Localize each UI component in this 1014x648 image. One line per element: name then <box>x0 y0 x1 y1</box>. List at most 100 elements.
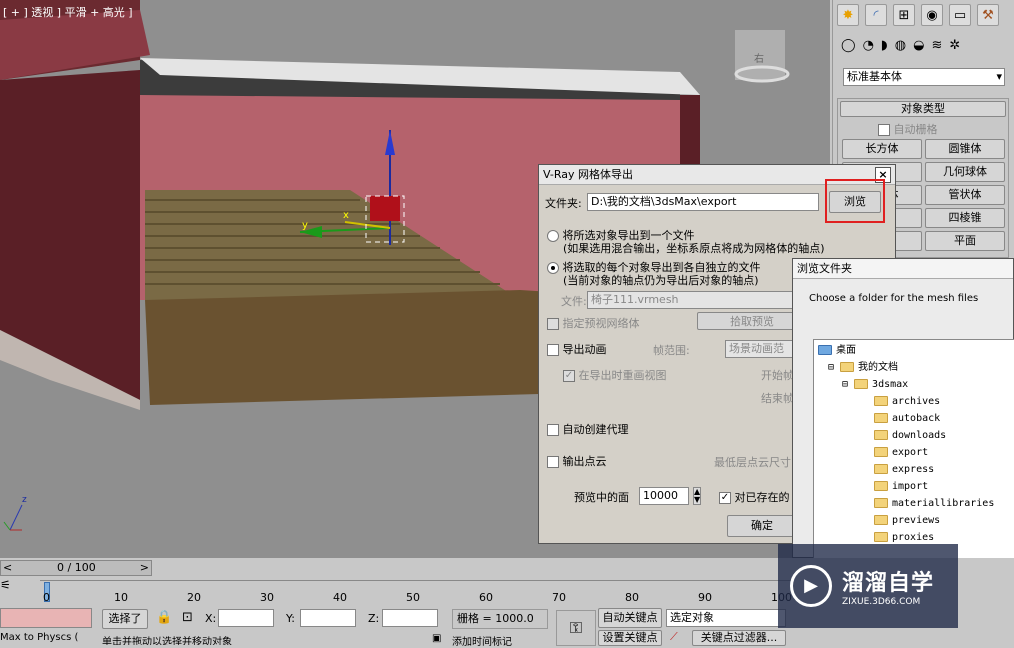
folder-icon <box>874 430 888 440</box>
modify-icon[interactable]: ◜ <box>865 4 887 26</box>
tree-item-my-documents[interactable]: ⊟ 我的文档 <box>818 359 1010 376</box>
chevron-right-icon[interactable]: > <box>140 561 149 574</box>
spacewarps-icon[interactable]: ≋ <box>931 38 942 53</box>
time-tag-icon[interactable]: ▣ <box>432 633 441 644</box>
add-time-tag[interactable]: 添加时间标记 <box>452 633 512 648</box>
folder-icon <box>874 396 888 406</box>
utilities-icon[interactable]: ⚒ <box>977 4 999 26</box>
browse-title: 浏览文件夹 <box>793 259 1013 279</box>
auto-proxy-option[interactable]: 自动创建代理 <box>547 421 629 437</box>
cameras-icon[interactable]: ◍ <box>895 38 906 53</box>
panel-tabs: ✸ ◜ ⊞ ◉ ▭ ⚒ <box>837 4 999 26</box>
lock-icon[interactable]: 🔒 <box>156 610 172 625</box>
pyramid-button[interactable]: 四棱锥 <box>925 208 1005 228</box>
lights-icon[interactable]: ◗ <box>881 38 888 53</box>
min-pointcloud-label: 最低层点云尺寸 <box>714 456 791 469</box>
hierarchy-icon[interactable]: ⊞ <box>893 4 915 26</box>
display-icon[interactable]: ▭ <box>949 4 971 26</box>
folder-path-field[interactable]: D:\我的文档\3dsMax\export <box>587 193 819 211</box>
x-coord-field[interactable] <box>218 609 274 627</box>
export-single-radio[interactable] <box>547 230 559 242</box>
export-animation-option[interactable]: 导出动画 <box>547 341 607 357</box>
y-coord-field[interactable] <box>300 609 356 627</box>
cone-button[interactable]: 圆锥体 <box>925 139 1005 159</box>
geosphere-button[interactable]: 几何球体 <box>925 162 1005 182</box>
pick-preview-button: 拾取预览 <box>697 312 807 330</box>
overwrite-option[interactable]: ✓ 对已存在的 <box>719 489 790 505</box>
x-label: X: <box>205 612 217 625</box>
preview-mesh-option: 指定预视网络体 <box>547 315 640 331</box>
selected-objects-dropdown[interactable]: 选定对象 <box>666 609 786 627</box>
key-filters-button[interactable]: 关键点过滤器... <box>692 630 786 646</box>
watermark-logo-icon: ▶ <box>790 565 832 607</box>
helpers-icon[interactable]: ◒ <box>913 38 924 53</box>
tree-item-materiallibraries[interactable]: materiallibraries <box>818 495 1010 512</box>
faces-spinner[interactable]: ▲ ▼ <box>693 487 702 505</box>
tree-item-desktop[interactable]: 桌面 <box>818 342 1010 359</box>
auto-grid-option[interactable]: 自动栅格 <box>838 119 1008 137</box>
folder-label: 文件夹: <box>545 197 582 210</box>
auto-key-button[interactable]: 自动关键点 <box>598 608 662 628</box>
tree-item-3dsmax[interactable]: ⊟ 3dsmax <box>818 376 1010 393</box>
preview-faces-label: 预览中的面 <box>574 491 629 504</box>
tree-item-downloads[interactable]: downloads <box>818 427 1010 444</box>
export-pointcloud-checkbox[interactable] <box>547 456 559 468</box>
browse-prompt: Choose a folder for the mesh files <box>809 293 979 304</box>
tree-item-express[interactable]: express <box>818 461 1010 478</box>
time-slider[interactable]: < 0 / 100 > <box>0 560 152 576</box>
tree-item-archives[interactable]: archives <box>818 393 1010 410</box>
folder-icon <box>854 379 869 389</box>
z-coord-field[interactable] <box>382 609 438 627</box>
key-icon[interactable]: ⚿ <box>556 610 596 646</box>
rollout-header[interactable]: 对象类型 <box>840 101 1006 117</box>
tree-item-previews[interactable]: previews <box>818 512 1010 529</box>
watermark: ▶ 溜溜自学 ZIXUE.3D66.COM <box>778 544 958 628</box>
tree-item-import[interactable]: import <box>818 478 1010 495</box>
file-name-field: 椅子111.vrmesh <box>587 291 797 309</box>
preview-faces-field[interactable]: 10000 <box>639 487 689 505</box>
prompt-line: 单击并拖动以选择并移动对象 <box>102 637 232 645</box>
export-separate-radio[interactable] <box>547 262 559 274</box>
tree-item-autoback[interactable]: autoback <box>818 410 1010 427</box>
viewcube[interactable]: 右 <box>754 50 764 65</box>
folder-tree[interactable]: 桌面 ⊟ 我的文档 ⊟ 3dsmax archives autoback dow… <box>813 339 1014 559</box>
viewport-label[interactable]: [ + ] 透视 ] 平滑 + 高光 ] <box>3 4 133 20</box>
create-icon[interactable]: ✸ <box>837 4 859 26</box>
shapes-icon[interactable]: ◔ <box>863 38 874 53</box>
curve-editor-icon[interactable]: ⚟ <box>0 578 16 594</box>
selection-status: 选择了 <box>102 609 148 629</box>
absolute-mode-icon[interactable]: ⊡ <box>182 610 193 625</box>
folder-icon <box>874 498 888 508</box>
key-filter-icon: ⟋ <box>670 630 678 643</box>
create-subtabs: ◯ ◔ ◗ ◍ ◒ ≋ ✲ <box>841 38 960 53</box>
tree-item-export[interactable]: export <box>818 444 1010 461</box>
track-bar[interactable]: 0 10 20 30 40 50 60 70 80 90 100 <box>40 580 792 604</box>
geometry-icon[interactable]: ◯ <box>841 38 856 53</box>
maxscript-line[interactable]: Max to Physcs ( <box>0 632 78 643</box>
watermark-title: 溜溜自学 <box>842 571 935 596</box>
chevron-left-icon[interactable]: < <box>3 561 12 574</box>
ok-button[interactable]: 确定 <box>727 515 797 537</box>
auto-grid-checkbox[interactable] <box>878 124 890 136</box>
systems-icon[interactable]: ✲ <box>949 38 960 53</box>
set-key-button[interactable]: 设置关键点 <box>598 630 662 646</box>
desktop-icon <box>818 345 832 355</box>
auto-proxy-checkbox[interactable] <box>547 424 559 436</box>
plane-button[interactable]: 平面 <box>925 231 1005 251</box>
highlight-box <box>825 179 885 223</box>
category-dropdown[interactable]: 标准基本体 ▾ <box>843 68 1005 86</box>
frame-range-label: 帧范围: <box>653 344 690 357</box>
tube-button[interactable]: 管状体 <box>925 185 1005 205</box>
folder-icon <box>874 532 888 542</box>
maxscript-listener[interactable] <box>0 608 92 628</box>
export-animation-checkbox[interactable] <box>547 344 559 356</box>
export-single-option[interactable]: 将所选对象导出到一个文件 (如果选用混合输出，坐标系原点将成为网格体的轴点) <box>547 229 825 255</box>
export-separate-option[interactable]: 将选取的每个对象导出到各自独立的文件 (当前对象的轴点仍为导出后对象的轴点) <box>547 261 761 287</box>
overwrite-checkbox[interactable]: ✓ <box>719 492 731 504</box>
grid-size-status: 栅格 = 1000.0 <box>452 609 548 629</box>
gizmo-y-label: y <box>302 220 308 231</box>
export-pointcloud-option[interactable]: 输出点云 <box>547 453 607 469</box>
chevron-down-icon: ▾ <box>996 70 1002 83</box>
box-button[interactable]: 长方体 <box>842 139 922 159</box>
motion-icon[interactable]: ◉ <box>921 4 943 26</box>
